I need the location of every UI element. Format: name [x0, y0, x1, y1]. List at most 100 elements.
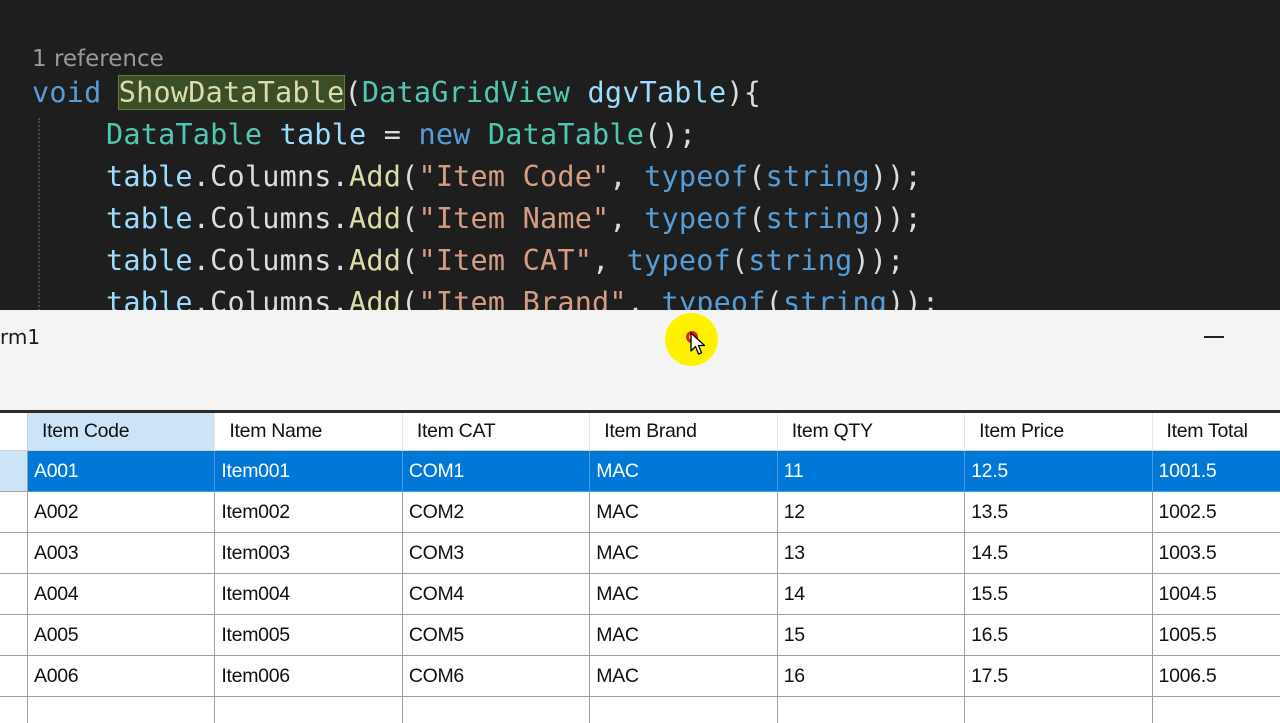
- table-cell[interactable]: [1153, 697, 1280, 723]
- keyword-string: string: [765, 160, 870, 193]
- table-cell[interactable]: 17.5: [965, 656, 1153, 697]
- table-cell[interactable]: A002: [28, 492, 216, 533]
- code-line-columns-add[interactable]: table.Columns.Add("Item Brand", typeof(s…: [106, 286, 939, 310]
- comma: ,: [609, 202, 645, 235]
- table-cell[interactable]: COM5: [402, 615, 591, 656]
- table-cell[interactable]: 12: [777, 492, 966, 533]
- string-literal: "Item Code": [418, 160, 610, 193]
- table-cell[interactable]: 1006.5: [1152, 656, 1280, 697]
- table-cell[interactable]: 1001.5: [1152, 451, 1280, 492]
- table-cell[interactable]: 13.5: [965, 492, 1153, 533]
- paren: (: [765, 286, 784, 310]
- column-header[interactable]: Item Total: [1152, 413, 1280, 451]
- table-cell[interactable]: 16.5: [965, 615, 1153, 656]
- keyword-typeof: typeof: [626, 244, 731, 277]
- codelens-reference-count[interactable]: 1 reference: [32, 46, 164, 72]
- form-window[interactable]: rm1 Item Code Item Name Item CAT Item Brand…: [0, 310, 1280, 723]
- code-editor[interactable]: 1 reference void ShowDataTable(DataGridV…: [0, 0, 1280, 310]
- code-line-method-signature[interactable]: void ShowDataTable(DataGridView dgvTable…: [32, 75, 762, 110]
- column-header[interactable]: Item CAT: [402, 413, 591, 451]
- code-line-datatable-decl[interactable]: DataTable table = new DataTable();: [106, 118, 696, 151]
- table-cell[interactable]: COM3: [402, 533, 591, 574]
- mouse-pointer-icon: [690, 332, 706, 355]
- table-cell[interactable]: Item001: [215, 451, 403, 492]
- table-row[interactable]: A004 Item004 COM4 MAC 14 15.5 1004.5: [0, 574, 1280, 615]
- table-cell[interactable]: COM4: [402, 574, 591, 615]
- table-cell[interactable]: MAC: [590, 492, 778, 533]
- table-cell[interactable]: [28, 697, 216, 723]
- table-cell[interactable]: MAC: [590, 574, 778, 615]
- comma: ,: [626, 286, 662, 310]
- column-header[interactable]: Item Name: [215, 413, 403, 451]
- table-cell[interactable]: MAC: [590, 451, 778, 492]
- table-row[interactable]: A005 Item005 COM5 MAC 15 16.5 1005.5: [0, 615, 1280, 656]
- table-cell[interactable]: A006: [28, 656, 216, 697]
- row-header[interactable]: [0, 656, 28, 697]
- column-header[interactable]: Item Price: [965, 413, 1153, 451]
- table-row[interactable]: A002 Item002 COM2 MAC 12 13.5 1002.5: [0, 492, 1280, 533]
- row-header[interactable]: [0, 492, 28, 533]
- method-name-highlighted[interactable]: ShowDataTable: [117, 75, 346, 110]
- table-cell[interactable]: A004: [28, 574, 216, 615]
- table-cell[interactable]: 14: [777, 574, 966, 615]
- table-cell[interactable]: 14.5: [965, 533, 1153, 574]
- code-line-columns-add[interactable]: table.Columns.Add("Item Code", typeof(st…: [106, 160, 922, 193]
- table-cell[interactable]: 12.5: [965, 451, 1153, 492]
- table-cell[interactable]: MAC: [590, 656, 778, 697]
- table-cell[interactable]: COM6: [402, 656, 591, 697]
- column-header[interactable]: Item Code: [28, 413, 216, 451]
- table-row[interactable]: A003 Item003 COM3 MAC 13 14.5 1003.5: [0, 533, 1280, 574]
- row-header[interactable]: [0, 533, 28, 574]
- table-cell[interactable]: A003: [28, 533, 216, 574]
- datagridview[interactable]: Item Code Item Name Item CAT Item Brand Item…: [0, 410, 1280, 723]
- table-cell[interactable]: 1002.5: [1152, 492, 1280, 533]
- row-header[interactable]: [0, 697, 28, 723]
- form-titlebar[interactable]: rm1: [0, 310, 1280, 410]
- table-cell[interactable]: [590, 697, 778, 723]
- table-cell[interactable]: 16: [777, 656, 966, 697]
- table-row[interactable]: A001 Item001 COM1 MAC 11 12.5 1001.5: [0, 451, 1280, 492]
- table-cell[interactable]: A001: [28, 451, 216, 492]
- keyword-string: string: [783, 286, 888, 310]
- table-cell[interactable]: Item006: [215, 656, 403, 697]
- param-type: DataGridView: [361, 76, 571, 109]
- table-cell[interactable]: Item003: [215, 533, 403, 574]
- table-cell[interactable]: [965, 697, 1153, 723]
- minimize-button[interactable]: [1192, 322, 1236, 352]
- keyword-string: string: [765, 202, 870, 235]
- table-cell[interactable]: 13: [777, 533, 966, 574]
- table-cell[interactable]: [778, 697, 966, 723]
- code-line-columns-add[interactable]: table.Columns.Add("Item Name", typeof(st…: [106, 202, 922, 235]
- row-header[interactable]: [0, 451, 28, 492]
- table-cell[interactable]: 1003.5: [1152, 533, 1280, 574]
- table-cell[interactable]: 15.5: [965, 574, 1153, 615]
- table-cell[interactable]: A005: [28, 615, 216, 656]
- table-cell[interactable]: 15: [777, 615, 966, 656]
- column-header[interactable]: Item Brand: [590, 413, 778, 451]
- method-add: Add: [349, 160, 402, 193]
- table-cell[interactable]: [403, 697, 591, 723]
- brace: ){: [726, 76, 762, 109]
- table-cell[interactable]: MAC: [590, 615, 778, 656]
- row-header[interactable]: [0, 615, 28, 656]
- keyword-void: void: [32, 76, 102, 109]
- table-cell[interactable]: Item004: [215, 574, 403, 615]
- paren: (: [748, 160, 766, 193]
- table-cell[interactable]: COM1: [402, 451, 591, 492]
- table-cell[interactable]: MAC: [590, 533, 778, 574]
- method-add: Add: [349, 244, 402, 277]
- table-cell[interactable]: [215, 697, 403, 723]
- table-cell[interactable]: COM2: [402, 492, 591, 533]
- grid-top-left-corner[interactable]: [0, 413, 28, 451]
- table-cell[interactable]: 1005.5: [1152, 615, 1280, 656]
- table-row[interactable]: [0, 697, 1280, 723]
- code-line-columns-add[interactable]: table.Columns.Add("Item CAT", typeof(str…: [106, 244, 905, 277]
- table-cell[interactable]: Item005: [215, 615, 403, 656]
- table-cell[interactable]: 11: [777, 451, 966, 492]
- table-cell[interactable]: 1004.5: [1152, 574, 1280, 615]
- table-row[interactable]: A006 Item006 COM6 MAC 16 17.5 1006.5: [0, 656, 1280, 697]
- grid-header-row: Item Code Item Name Item CAT Item Brand Item…: [0, 413, 1280, 451]
- column-header[interactable]: Item QTY: [777, 413, 966, 451]
- row-header[interactable]: [0, 574, 28, 615]
- table-cell[interactable]: Item002: [215, 492, 403, 533]
